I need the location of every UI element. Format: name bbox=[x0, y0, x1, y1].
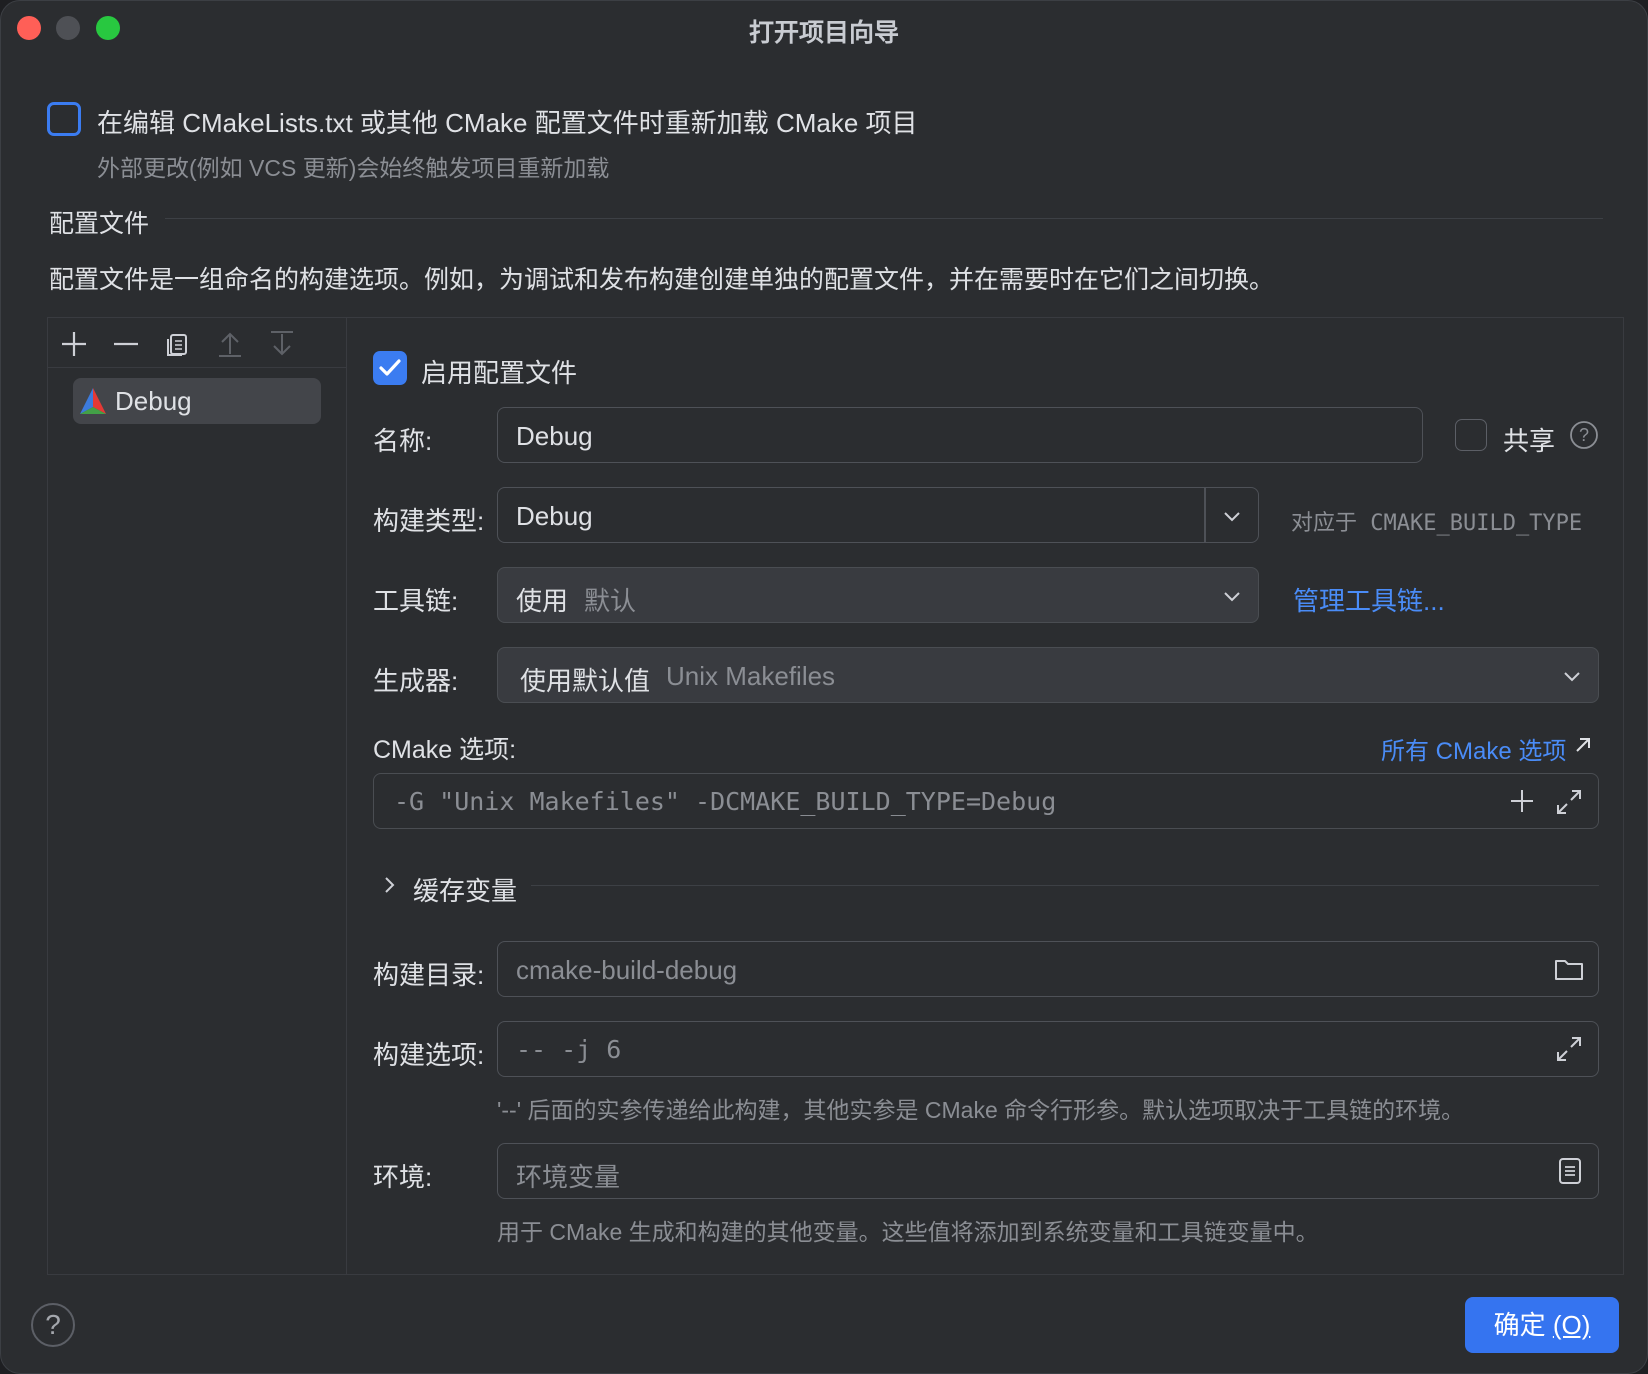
document-icon[interactable] bbox=[1556, 1156, 1584, 1186]
build-type-hint: 对应于 CMAKE_BUILD_TYPE bbox=[1291, 511, 1583, 536]
generator-value: 使用默认值 bbox=[520, 666, 651, 696]
generator-label: 生成器: bbox=[373, 666, 459, 696]
build-type-label: 构建类型: bbox=[373, 506, 485, 536]
build-options-hint: '--' 后面的实参传递给此构建，其他实参是 CMake 命令行形参。默认选项取… bbox=[497, 1097, 1465, 1123]
chevron-down-icon bbox=[1224, 592, 1240, 602]
manage-toolchains-link[interactable]: 管理工具链... bbox=[1293, 581, 1445, 618]
name-label: 名称: bbox=[373, 426, 433, 456]
toolchain-default: 默认 bbox=[584, 586, 637, 616]
toolchain-select[interactable]: 使用 默认 bbox=[497, 567, 1259, 623]
remove-icon[interactable] bbox=[112, 330, 140, 358]
cache-variables-toggle[interactable]: 缓存变量 bbox=[413, 871, 517, 908]
profiles-section-title: 配置文件 bbox=[49, 210, 150, 238]
generator-default: Unix Makefiles bbox=[666, 661, 836, 691]
copy-icon[interactable] bbox=[164, 330, 192, 358]
profile-item-label: Debug bbox=[115, 386, 192, 416]
window-title: 打开项目向导 bbox=[748, 19, 899, 47]
build-options-label: 构建选项: bbox=[373, 1040, 485, 1070]
profiles-toolbar bbox=[48, 318, 346, 368]
share-checkbox[interactable] bbox=[1455, 419, 1487, 451]
combobox-divider bbox=[1204, 488, 1206, 542]
share-label: 共享 bbox=[1503, 426, 1556, 456]
toolchain-label: 工具链: bbox=[373, 586, 459, 616]
reload-on-edit-checkbox[interactable] bbox=[47, 102, 81, 136]
add-icon[interactable] bbox=[60, 330, 88, 358]
name-value: Debug bbox=[516, 421, 593, 451]
chevron-right-icon[interactable] bbox=[379, 875, 399, 895]
cmake-options-input[interactable]: -G "Unix Makefiles" -DCMAKE_BUILD_TYPE=D… bbox=[373, 773, 1599, 829]
ok-button-label: 确定 bbox=[1493, 1310, 1546, 1340]
chevron-down-icon bbox=[1564, 672, 1580, 682]
all-cmake-options-link[interactable]: 所有 CMake 选项 bbox=[1381, 731, 1566, 766]
folder-icon[interactable] bbox=[1554, 955, 1584, 983]
name-input[interactable]: Debug bbox=[497, 407, 1423, 463]
profiles-description: 配置文件是一组命名的构建选项。例如，为调试和发布构建创建单独的配置文件，并在需要… bbox=[49, 266, 1275, 294]
cache-variables-divider bbox=[531, 885, 1599, 886]
enable-profile-checkbox[interactable] bbox=[373, 351, 407, 385]
move-down-icon[interactable] bbox=[268, 330, 296, 358]
build-dir-placeholder: cmake-build-debug bbox=[516, 955, 738, 985]
build-options-input[interactable]: -- -j 6 bbox=[497, 1021, 1599, 1077]
move-up-icon[interactable] bbox=[216, 330, 244, 358]
build-type-value: Debug bbox=[516, 501, 593, 531]
environment-input[interactable]: 环境变量 bbox=[497, 1143, 1599, 1199]
cmake-options-label: CMake 选项: bbox=[373, 736, 517, 764]
cmake-options-placeholder: -G "Unix Makefiles" -DCMAKE_BUILD_TYPE=D… bbox=[394, 787, 1057, 816]
build-dir-input[interactable]: cmake-build-debug bbox=[497, 941, 1599, 997]
svg-text:?: ? bbox=[1579, 425, 1589, 445]
title-bar: 打开项目向导 bbox=[1, 1, 1647, 57]
open-project-wizard-dialog: 打开项目向导 在编辑 CMakeLists.txt 或其他 CMake 配置文件… bbox=[0, 0, 1648, 1374]
external-link-icon[interactable] bbox=[1573, 735, 1593, 755]
cmake-icon bbox=[80, 388, 106, 414]
environment-placeholder: 环境变量 bbox=[516, 1162, 621, 1192]
enable-profile-label: 启用配置文件 bbox=[421, 358, 578, 388]
ok-button[interactable]: 确定 (O) bbox=[1465, 1297, 1619, 1353]
help-icon[interactable]: ? bbox=[1569, 420, 1599, 450]
expand-icon[interactable] bbox=[1554, 787, 1584, 817]
section-divider bbox=[165, 218, 1603, 219]
reload-on-edit-label: 在编辑 CMakeLists.txt 或其他 CMake 配置文件时重新加载 C… bbox=[97, 108, 918, 138]
generator-select[interactable]: 使用默认值 Unix Makefiles bbox=[497, 647, 1599, 703]
build-type-combobox[interactable]: Debug bbox=[497, 487, 1259, 543]
environment-label: 环境: bbox=[373, 1162, 433, 1192]
ok-button-mnemonic: (O) bbox=[1552, 1310, 1591, 1340]
profile-item-debug[interactable]: Debug bbox=[73, 378, 321, 424]
chevron-down-icon[interactable] bbox=[1220, 504, 1244, 528]
build-dir-label: 构建目录: bbox=[373, 960, 485, 990]
help-button[interactable]: ? bbox=[31, 1303, 75, 1347]
profiles-list-panel: Debug bbox=[47, 317, 347, 1275]
expand-icon[interactable] bbox=[1554, 1034, 1584, 1064]
reload-hint: 外部更改(例如 VCS 更新)会始终触发项目重新加载 bbox=[97, 155, 610, 181]
toolchain-value: 使用 bbox=[516, 586, 569, 616]
add-icon[interactable] bbox=[1508, 787, 1536, 815]
environment-hint: 用于 CMake 生成和构建的其他变量。这些值将添加到系统变量和工具链变量中。 bbox=[497, 1219, 1319, 1245]
checkmark-icon bbox=[379, 359, 401, 376]
build-options-placeholder: -- -j 6 bbox=[516, 1035, 622, 1064]
